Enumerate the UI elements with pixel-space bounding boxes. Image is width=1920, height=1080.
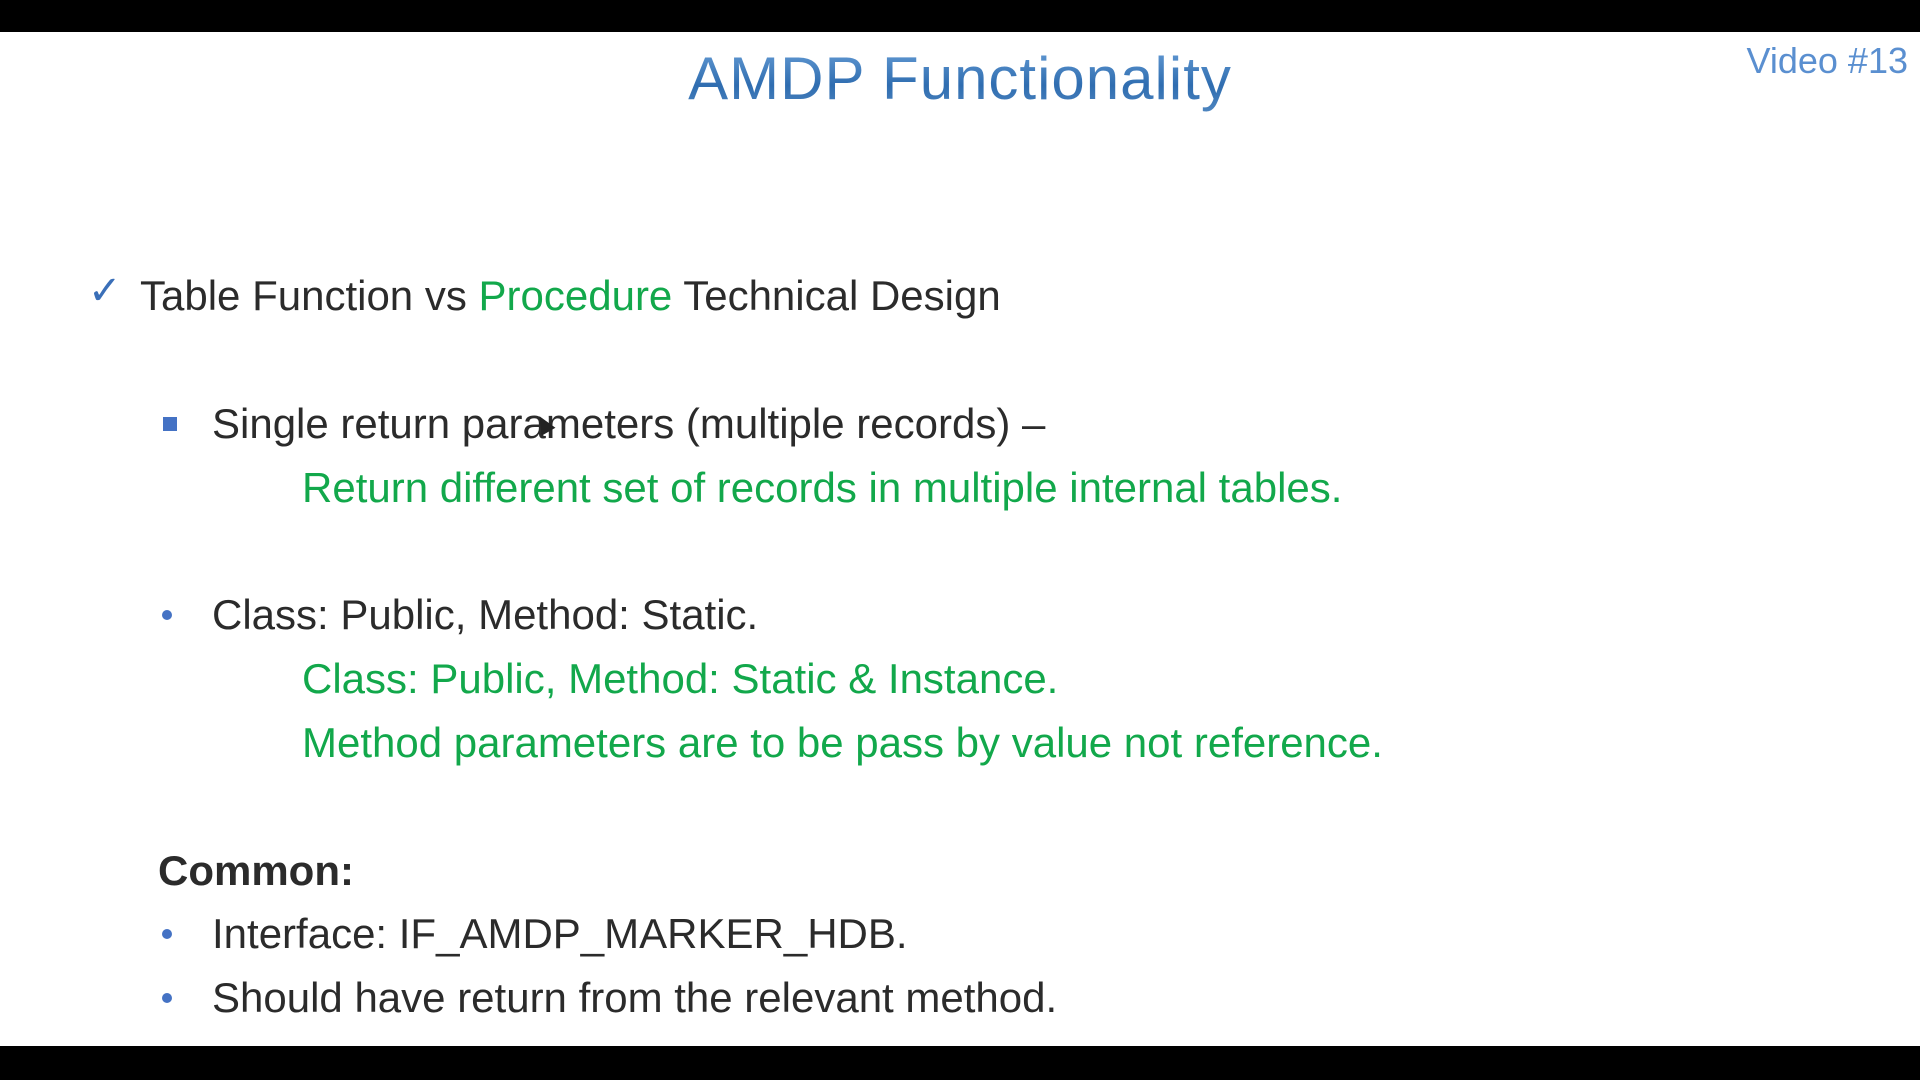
heading-part-3: Technical Design (672, 272, 1001, 319)
heading-procedure-word: Procedure (478, 272, 673, 319)
common-item-2: Should have return from the relevant met… (212, 974, 1058, 1021)
item-2-detail-2: Method parameters are to be pass by valu… (302, 719, 1383, 766)
bottom-letterbox-bar (0, 1046, 1920, 1080)
common-label: Common: (158, 847, 354, 894)
heading-part-1: Table Function vs (140, 272, 479, 319)
common-item-1: Interface: IF_AMDP_MARKER_HDB. (212, 910, 908, 957)
item-2-detail-1: Class: Public, Method: Static & Instance… (302, 655, 1059, 702)
section-heading: Table Function vs Procedure Technical De… (140, 272, 1001, 320)
item-1-detail-1: Return different set of records in multi… (302, 464, 1343, 511)
round-bullet-icon (162, 993, 172, 1003)
round-bullet-icon (162, 929, 172, 939)
item-1-text: Single return parameters (multiple recor… (212, 400, 1046, 447)
item-2-text: Class: Public, Method: Static. (212, 591, 759, 638)
square-bullet-icon (163, 417, 177, 431)
checkmark-icon: ✓ (88, 268, 122, 314)
slide-title: AMDP Functionality (0, 44, 1920, 113)
top-letterbox-bar (0, 0, 1920, 32)
presentation-slide: AMDP Functionality Video #13 ✓ Table Fun… (0, 32, 1920, 1046)
round-bullet-icon (162, 610, 172, 620)
video-number-label: Video #13 (1746, 40, 1909, 81)
